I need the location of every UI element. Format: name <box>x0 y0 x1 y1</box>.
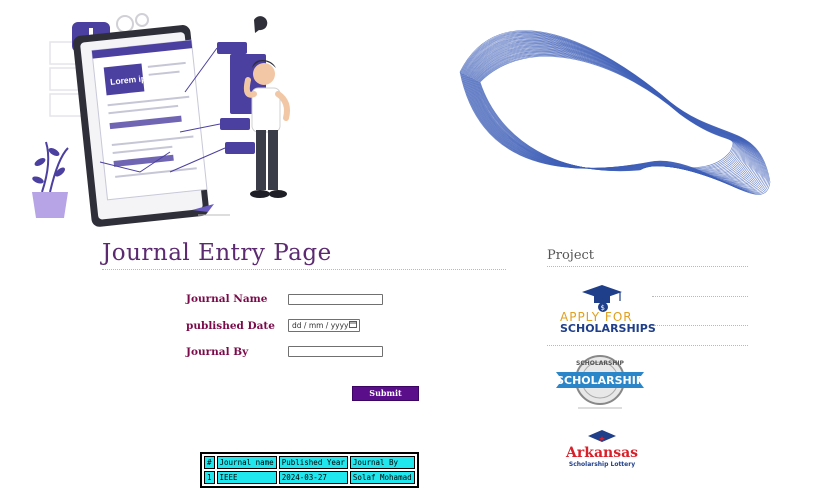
hero-wave-art <box>420 2 815 230</box>
published-date-value: dd / mm / yyyy <box>292 321 349 330</box>
divider <box>652 325 748 326</box>
wave-line <box>469 42 751 181</box>
divider <box>652 296 748 297</box>
divider <box>547 345 748 346</box>
wave-line <box>476 51 739 173</box>
journal-table: # Journal name Published Year Journal By… <box>200 452 419 488</box>
table-header-cell: Journal By <box>349 456 415 469</box>
published-date-label: published Date <box>186 320 275 332</box>
hero-illustration: Lorem ipsum <box>20 2 405 230</box>
table-header-cell: Published Year <box>278 456 348 469</box>
table-header-cell: # <box>204 456 215 469</box>
plant-icon <box>32 141 69 218</box>
arkansas-name: Arkansas <box>566 445 639 461</box>
badge-ring-text: SCHOLARSHIP <box>576 360 625 367</box>
page-title: Journal Entry Page <box>102 240 506 270</box>
arkansas-lottery-logo[interactable]: Arkansas Scholarship Lottery <box>566 428 638 474</box>
published-date-input[interactable]: dd / mm / yyyy <box>288 319 360 332</box>
table-header-cell: Journal name <box>216 456 277 469</box>
submit-button[interactable]: Submit <box>352 386 419 401</box>
graduation-cap-icon: $ <box>582 285 622 312</box>
table-cell: 2024-03-27 <box>278 471 348 484</box>
sidebar-title: Project <box>547 248 748 267</box>
table-cell: IEEE <box>216 471 277 484</box>
table-row: 1 IEEE 2024-03-27 Solaf Mohamad <box>204 471 415 484</box>
table-cell: 1 <box>204 471 215 484</box>
journal-name-input[interactable] <box>288 294 383 305</box>
journal-by-label: Journal By <box>186 346 249 358</box>
table-cell: Solaf Mohamad <box>349 471 415 484</box>
apply-for-scholarships-logo[interactable]: $ APPLY FOR SCHOLARSHIPS <box>556 283 656 339</box>
journal-by-input[interactable] <box>288 346 383 357</box>
arkansas-sub: Scholarship Lottery <box>568 461 636 468</box>
badge-ribbon-text: SCHOLARSHIP <box>556 374 644 387</box>
table-header-row: # Journal name Published Year Journal By <box>204 456 415 469</box>
calendar-icon[interactable] <box>349 320 357 330</box>
journal-name-label: Journal Name <box>186 293 268 305</box>
scholarship-badge-logo[interactable]: SCHOLARSHIP SCHOLARSHIP <box>552 350 648 412</box>
logo-line2: SCHOLARSHIPS <box>560 322 656 335</box>
